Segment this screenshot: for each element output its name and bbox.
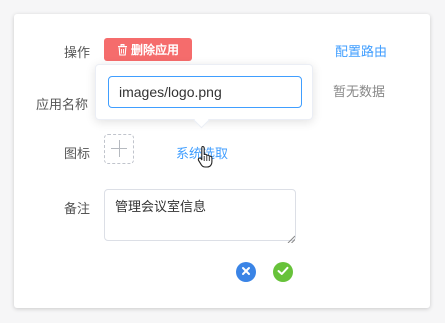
icon-path-input[interactable] — [108, 76, 302, 108]
icon-label: 图标 — [64, 147, 91, 162]
close-icon — [241, 265, 251, 280]
app-name-label: 应用名称 — [36, 98, 89, 113]
delete-app-label: 删除应用 — [130, 43, 179, 57]
resize-grip-icon[interactable] — [287, 232, 296, 247]
cancel-button[interactable] — [236, 262, 256, 282]
check-icon — [277, 265, 289, 280]
delete-app-button[interactable]: 删除应用 — [104, 38, 192, 61]
hand-pointer-icon — [197, 145, 215, 173]
remark-label: 备注 — [64, 202, 91, 217]
icon-path-popover — [95, 64, 313, 120]
operation-label: 操作 — [64, 46, 91, 61]
remark-textarea[interactable]: 管理会议室信息 — [104, 189, 296, 241]
trash-icon — [117, 43, 128, 56]
confirm-button[interactable] — [273, 262, 293, 282]
config-route-link[interactable]: 配置路由 — [335, 41, 387, 60]
icon-upload-plus-icon[interactable] — [104, 134, 134, 164]
no-data-text: 暂无数据 — [333, 85, 386, 100]
